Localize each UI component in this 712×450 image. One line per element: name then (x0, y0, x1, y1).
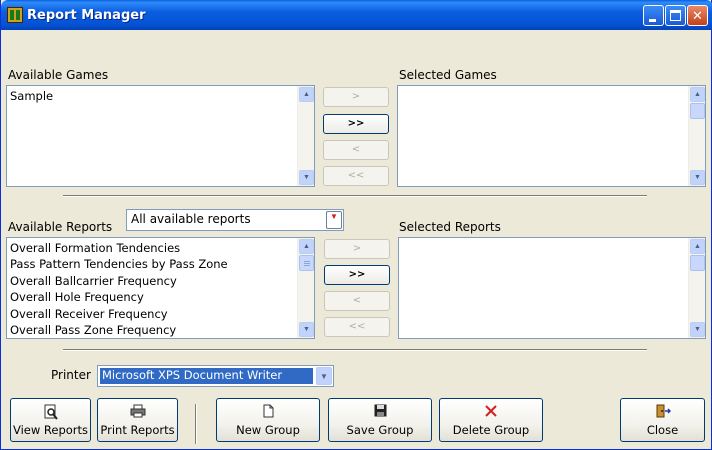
grip-line (304, 263, 310, 264)
section-divider (63, 195, 647, 197)
printer-label: Printer (51, 368, 91, 382)
selected-games-scrollbar[interactable]: ▲ ▼ (688, 86, 705, 186)
close-icon: ✕ (692, 8, 703, 23)
scroll-thumb[interactable] (299, 255, 314, 271)
new-group-label: New Group (236, 423, 300, 437)
available-reports-scrollbar[interactable]: ▲ ▼ (297, 238, 314, 338)
scroll-thumb[interactable] (690, 255, 705, 271)
window-title: Report Manager (27, 8, 146, 23)
close-window-button[interactable]: ✕ (687, 5, 708, 26)
printer-icon (98, 404, 177, 421)
scroll-down-icon[interactable]: ▼ (299, 322, 314, 337)
scroll-down-icon[interactable]: ▼ (690, 170, 705, 185)
selected-games-list[interactable]: ▲ ▼ (397, 85, 706, 187)
selected-reports-scrollbar[interactable]: ▲ ▼ (688, 238, 705, 338)
available-games-label: Available Games (8, 68, 109, 82)
list-item[interactable]: Overall Receiver Frequency (10, 306, 296, 322)
add-all-games-button[interactable]: >> (323, 114, 389, 134)
app-icon (7, 7, 23, 23)
report-filter-value: All available reports (131, 212, 251, 226)
remove-all-reports-button[interactable]: << (324, 317, 390, 337)
grip-line (304, 265, 310, 266)
list-item[interactable]: Overall Ballcarrier Frequency (10, 273, 296, 289)
available-games-list[interactable]: Sample ▲ ▼ (6, 85, 315, 187)
delete-group-label: Delete Group (452, 423, 530, 437)
chevron-down-icon[interactable]: ▼ (326, 211, 342, 229)
list-item[interactable]: Overall Formation Tendencies (10, 240, 296, 256)
scroll-down-icon[interactable]: ▼ (299, 170, 314, 185)
title-bar[interactable]: Report Manager ✕ (1, 0, 712, 30)
list-item[interactable]: Pass Pattern Tendencies by Pass Zone (10, 256, 296, 272)
selected-games-label: Selected Games (399, 68, 497, 82)
maximize-button[interactable] (665, 5, 686, 26)
preview-icon (11, 404, 90, 423)
save-icon (329, 404, 431, 420)
new-document-icon (217, 404, 319, 421)
save-group-button[interactable]: Save Group (328, 398, 432, 442)
view-reports-label: View Reports (12, 423, 89, 437)
grip-line (304, 261, 310, 262)
scroll-up-icon[interactable]: ▲ (690, 239, 705, 254)
available-reports-label: Available Reports (8, 220, 113, 234)
add-game-button[interactable]: > (323, 87, 389, 107)
view-reports-button[interactable]: View Reports (10, 398, 91, 442)
add-report-button[interactable]: > (324, 239, 390, 259)
section-divider (63, 349, 647, 351)
delete-group-button[interactable]: Delete Group (439, 398, 543, 442)
save-group-label: Save Group (346, 423, 414, 437)
new-group-button[interactable]: New Group (216, 398, 320, 442)
selected-reports-list[interactable]: ▲ ▼ (398, 237, 706, 339)
available-games-scrollbar[interactable]: ▲ ▼ (297, 86, 314, 186)
scroll-thumb[interactable] (690, 103, 705, 119)
report-manager-window: Report Manager ✕ Available Games Selecte… (0, 0, 712, 450)
report-filter-select[interactable]: All available reports ▼ (126, 209, 344, 231)
printer-value: Microsoft XPS Document Writer (100, 368, 313, 384)
minimize-button[interactable] (643, 5, 664, 26)
list-item[interactable]: Overall Pass Zone Frequency (10, 322, 296, 338)
print-reports-button[interactable]: Print Reports (97, 398, 178, 442)
maximize-icon (670, 10, 681, 21)
minimize-icon (649, 19, 656, 22)
remove-report-button[interactable]: < (324, 291, 390, 311)
available-reports-list[interactable]: Overall Formation Tendencies Pass Patter… (6, 237, 315, 339)
print-reports-label: Print Reports (100, 423, 175, 437)
footer-divider (195, 404, 197, 444)
scroll-up-icon[interactable]: ▲ (299, 87, 314, 102)
delete-icon (440, 404, 542, 420)
add-all-reports-button[interactable]: >> (324, 265, 390, 285)
remove-game-button[interactable]: < (323, 140, 389, 160)
scroll-up-icon[interactable]: ▲ (299, 239, 314, 254)
remove-all-games-button[interactable]: << (323, 166, 389, 186)
scroll-down-icon[interactable]: ▼ (690, 322, 705, 337)
list-item[interactable]: Overall Hole Frequency (10, 289, 296, 305)
close-label: Close (646, 423, 679, 437)
printer-select[interactable]: Microsoft XPS Document Writer ▼ (97, 365, 334, 387)
selected-reports-label: Selected Reports (399, 220, 501, 234)
chevron-down-icon[interactable]: ▼ (316, 367, 332, 385)
scroll-up-icon[interactable]: ▲ (690, 87, 705, 102)
exit-door-icon (621, 404, 704, 421)
close-button[interactable]: Close (620, 398, 705, 442)
list-item[interactable]: Sample (10, 88, 296, 104)
